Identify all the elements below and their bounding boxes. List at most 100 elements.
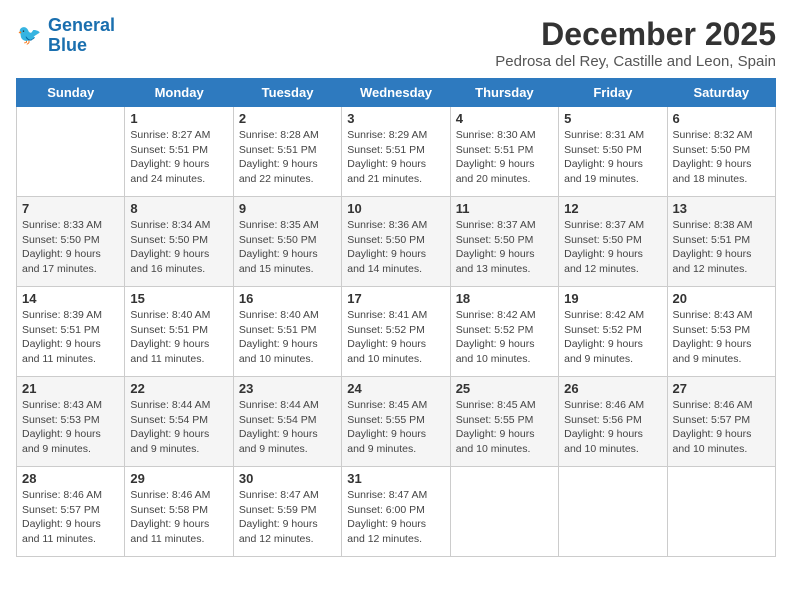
logo-text: General Blue xyxy=(48,16,115,56)
day-number: 9 xyxy=(239,201,336,216)
day-header-friday: Friday xyxy=(559,79,667,107)
cell-daylight-info: Sunrise: 8:45 AM Sunset: 5:55 PM Dayligh… xyxy=(456,398,553,457)
logo-line1: General xyxy=(48,15,115,35)
calendar-cell: 19Sunrise: 8:42 AM Sunset: 5:52 PM Dayli… xyxy=(559,287,667,377)
day-header-saturday: Saturday xyxy=(667,79,775,107)
cell-daylight-info: Sunrise: 8:45 AM Sunset: 5:55 PM Dayligh… xyxy=(347,398,444,457)
cell-daylight-info: Sunrise: 8:33 AM Sunset: 5:50 PM Dayligh… xyxy=(22,218,119,277)
calendar-cell: 26 Sunrise: 8:46 AM Sunset: 5:56 PM Dayli… xyxy=(559,377,667,467)
calendar-cell xyxy=(667,467,775,557)
cell-daylight-info: Sunrise: 8:47 AM Sunset: 5:59 PM Dayligh… xyxy=(239,488,336,547)
month-title: December 2025 xyxy=(495,16,776,53)
cell-daylight-info: Sunrise: 8:46 AM Sunset: 5:57 PM Dayligh… xyxy=(22,488,119,547)
day-number: 16 xyxy=(239,291,336,306)
calendar-cell: 1 Sunrise: 8:27 AM Sunset: 5:51 PM Daylig… xyxy=(125,107,233,197)
calendar-table: SundayMondayTuesdayWednesdayThursdayFrid… xyxy=(16,78,776,557)
day-number: 13 xyxy=(673,201,770,216)
day-number: 14 xyxy=(22,291,119,306)
calendar-cell: 9Sunrise: 8:35 AM Sunset: 5:50 PM Daylig… xyxy=(233,197,341,287)
calendar-week-5: 28Sunrise: 8:46 AM Sunset: 5:57 PM Dayli… xyxy=(17,467,776,557)
day-number: 8 xyxy=(130,201,227,216)
calendar-cell: 16 Sunrise: 8:40 AM Sunset: 5:51 PM Dayli… xyxy=(233,287,341,377)
calendar-week-4: 21 Sunrise: 8:43 AM Sunset: 5:53 PM Dayli… xyxy=(17,377,776,467)
day-number: 1 xyxy=(130,111,227,126)
cell-daylight-info: Sunrise: 8:29 AM Sunset: 5:51 PM Dayligh… xyxy=(347,128,444,187)
cell-daylight-info: Sunrise: 8:36 AM Sunset: 5:50 PM Dayligh… xyxy=(347,218,444,277)
cell-daylight-info: Sunrise: 8:27 AM Sunset: 5:51 PM Dayligh… xyxy=(130,128,227,187)
day-number: 19 xyxy=(564,291,661,306)
day-number: 5 xyxy=(564,111,661,126)
cell-daylight-info: Sunrise: 8:47 AM Sunset: 6:00 PM Dayligh… xyxy=(347,488,444,547)
calendar-cell: 5 Sunrise: 8:31 AM Sunset: 5:50 PM Daylig… xyxy=(559,107,667,197)
day-number: 7 xyxy=(22,201,119,216)
cell-daylight-info: Sunrise: 8:34 AM Sunset: 5:50 PM Dayligh… xyxy=(130,218,227,277)
calendar-week-1: 1 Sunrise: 8:27 AM Sunset: 5:51 PM Daylig… xyxy=(17,107,776,197)
cell-daylight-info: Sunrise: 8:31 AM Sunset: 5:50 PM Dayligh… xyxy=(564,128,661,187)
day-number: 10 xyxy=(347,201,444,216)
cell-daylight-info: Sunrise: 8:46 AM Sunset: 5:57 PM Dayligh… xyxy=(673,398,770,457)
calendar-cell: 13 Sunrise: 8:38 AM Sunset: 5:51 PM Dayli… xyxy=(667,197,775,287)
cell-daylight-info: Sunrise: 8:40 AM Sunset: 5:51 PM Dayligh… xyxy=(130,308,227,367)
calendar-cell: 7 Sunrise: 8:33 AM Sunset: 5:50 PM Daylig… xyxy=(17,197,125,287)
calendar-cell: 30Sunrise: 8:47 AM Sunset: 5:59 PM Dayli… xyxy=(233,467,341,557)
svg-text:🐦: 🐦 xyxy=(17,24,41,46)
day-number: 24 xyxy=(347,381,444,396)
cell-daylight-info: Sunrise: 8:37 AM Sunset: 5:50 PM Dayligh… xyxy=(564,218,661,277)
cell-daylight-info: Sunrise: 8:44 AM Sunset: 5:54 PM Dayligh… xyxy=(239,398,336,457)
calendar-cell: 4Sunrise: 8:30 AM Sunset: 5:51 PM Daylig… xyxy=(450,107,558,197)
cell-daylight-info: Sunrise: 8:43 AM Sunset: 5:53 PM Dayligh… xyxy=(673,308,770,367)
calendar-cell: 24 Sunrise: 8:45 AM Sunset: 5:55 PM Dayli… xyxy=(342,377,450,467)
calendar-cell: 8 Sunrise: 8:34 AM Sunset: 5:50 PM Daylig… xyxy=(125,197,233,287)
day-number: 29 xyxy=(130,471,227,486)
day-header-monday: Monday xyxy=(125,79,233,107)
calendar-cell: 20Sunrise: 8:43 AM Sunset: 5:53 PM Dayli… xyxy=(667,287,775,377)
day-number: 3 xyxy=(347,111,444,126)
cell-daylight-info: Sunrise: 8:42 AM Sunset: 5:52 PM Dayligh… xyxy=(456,308,553,367)
page-header: 🐦 General Blue December 2025 Pedrosa del… xyxy=(16,16,776,70)
calendar-cell: 21 Sunrise: 8:43 AM Sunset: 5:53 PM Dayli… xyxy=(17,377,125,467)
calendar-cell: 25 Sunrise: 8:45 AM Sunset: 5:55 PM Dayli… xyxy=(450,377,558,467)
calendar-cell: 23 Sunrise: 8:44 AM Sunset: 5:54 PM Dayli… xyxy=(233,377,341,467)
cell-daylight-info: Sunrise: 8:39 AM Sunset: 5:51 PM Dayligh… xyxy=(22,308,119,367)
calendar-header-row: SundayMondayTuesdayWednesdayThursdayFrid… xyxy=(17,79,776,107)
title-area: December 2025 Pedrosa del Rey, Castille … xyxy=(495,16,776,70)
day-header-sunday: Sunday xyxy=(17,79,125,107)
day-number: 18 xyxy=(456,291,553,306)
day-header-tuesday: Tuesday xyxy=(233,79,341,107)
calendar-cell: 29 Sunrise: 8:46 AM Sunset: 5:58 PM Dayli… xyxy=(125,467,233,557)
day-number: 12 xyxy=(564,201,661,216)
day-number: 27 xyxy=(673,381,770,396)
cell-daylight-info: Sunrise: 8:44 AM Sunset: 5:54 PM Dayligh… xyxy=(130,398,227,457)
calendar-cell: 27 Sunrise: 8:46 AM Sunset: 5:57 PM Dayli… xyxy=(667,377,775,467)
calendar-cell: 14 Sunrise: 8:39 AM Sunset: 5:51 PM Dayli… xyxy=(17,287,125,377)
calendar-week-2: 7 Sunrise: 8:33 AM Sunset: 5:50 PM Daylig… xyxy=(17,197,776,287)
cell-daylight-info: Sunrise: 8:32 AM Sunset: 5:50 PM Dayligh… xyxy=(673,128,770,187)
cell-daylight-info: Sunrise: 8:38 AM Sunset: 5:51 PM Dayligh… xyxy=(673,218,770,277)
day-number: 4 xyxy=(456,111,553,126)
cell-daylight-info: Sunrise: 8:46 AM Sunset: 5:56 PM Dayligh… xyxy=(564,398,661,457)
calendar-cell xyxy=(450,467,558,557)
calendar-cell: 3 Sunrise: 8:29 AM Sunset: 5:51 PM Daylig… xyxy=(342,107,450,197)
cell-daylight-info: Sunrise: 8:41 AM Sunset: 5:52 PM Dayligh… xyxy=(347,308,444,367)
cell-daylight-info: Sunrise: 8:46 AM Sunset: 5:58 PM Dayligh… xyxy=(130,488,227,547)
calendar-cell: 17 Sunrise: 8:41 AM Sunset: 5:52 PM Dayli… xyxy=(342,287,450,377)
day-header-thursday: Thursday xyxy=(450,79,558,107)
day-number: 11 xyxy=(456,201,553,216)
day-number: 26 xyxy=(564,381,661,396)
calendar-week-3: 14 Sunrise: 8:39 AM Sunset: 5:51 PM Dayli… xyxy=(17,287,776,377)
calendar-cell: 22Sunrise: 8:44 AM Sunset: 5:54 PM Dayli… xyxy=(125,377,233,467)
day-number: 17 xyxy=(347,291,444,306)
day-number: 25 xyxy=(456,381,553,396)
calendar-cell: 6Sunrise: 8:32 AM Sunset: 5:50 PM Daylig… xyxy=(667,107,775,197)
logo-icon: 🐦 xyxy=(16,22,44,50)
calendar-cell: 18 Sunrise: 8:42 AM Sunset: 5:52 PM Dayli… xyxy=(450,287,558,377)
cell-daylight-info: Sunrise: 8:43 AM Sunset: 5:53 PM Dayligh… xyxy=(22,398,119,457)
day-number: 21 xyxy=(22,381,119,396)
cell-daylight-info: Sunrise: 8:40 AM Sunset: 5:51 PM Dayligh… xyxy=(239,308,336,367)
cell-daylight-info: Sunrise: 8:28 AM Sunset: 5:51 PM Dayligh… xyxy=(239,128,336,187)
day-header-wednesday: Wednesday xyxy=(342,79,450,107)
calendar-cell: 2Sunrise: 8:28 AM Sunset: 5:51 PM Daylig… xyxy=(233,107,341,197)
day-number: 23 xyxy=(239,381,336,396)
calendar-cell: 28Sunrise: 8:46 AM Sunset: 5:57 PM Dayli… xyxy=(17,467,125,557)
cell-daylight-info: Sunrise: 8:37 AM Sunset: 5:50 PM Dayligh… xyxy=(456,218,553,277)
